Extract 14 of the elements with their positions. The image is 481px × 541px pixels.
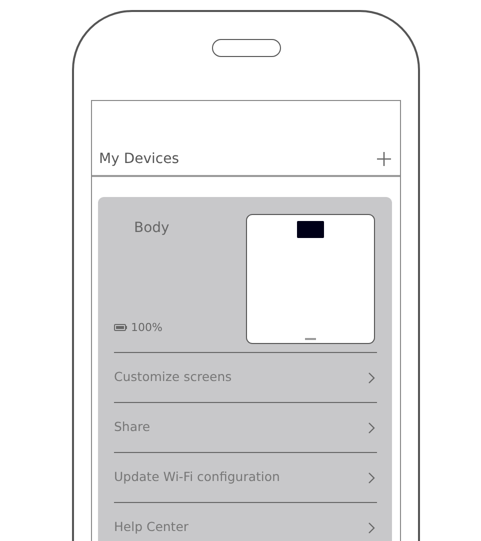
battery-icon [114,324,127,332]
chevron-right-icon[interactable] [368,422,375,434]
chevron-right-icon[interactable] [368,522,375,534]
device-name: Body [134,219,170,238]
menu-item[interactable]: Customize screens [114,368,232,387]
page-title: My Devices [99,150,179,168]
battery-level: 100% [131,320,162,336]
chevron-right-icon[interactable] [368,472,375,484]
menu-item[interactable]: Share [114,418,150,437]
speaker-slot [212,39,280,57]
menu-item[interactable]: Help Center [114,518,189,537]
menu-item[interactable]: Update Wi-Fi configuration [114,468,280,487]
add-icon[interactable] [376,151,392,167]
chevron-right-icon[interactable] [368,372,375,384]
